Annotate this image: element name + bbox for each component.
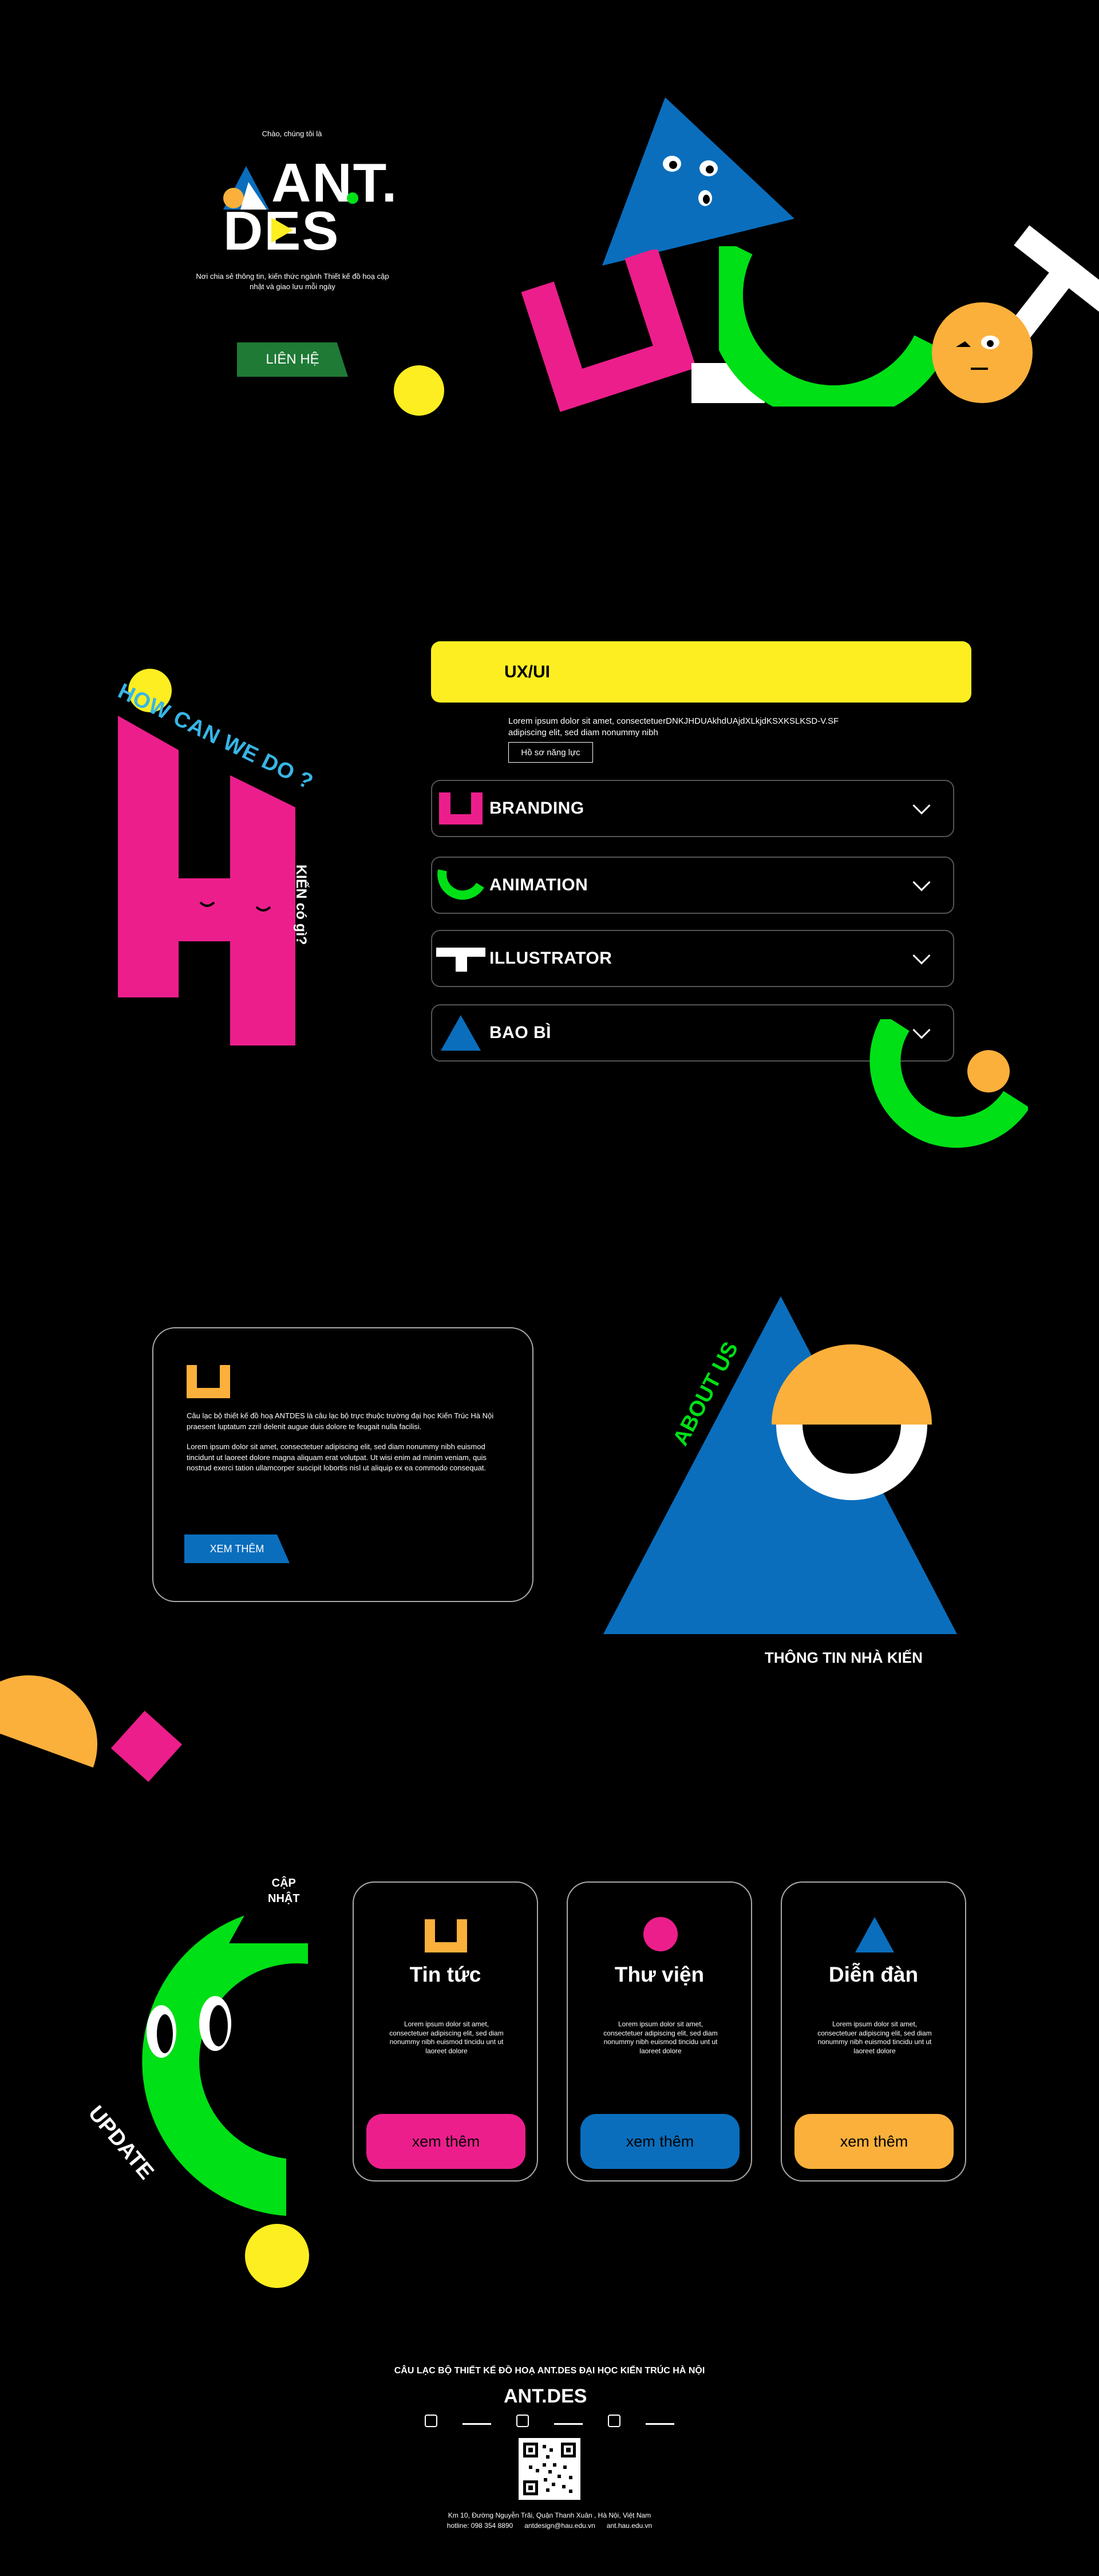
green-ring-shape [869,1019,1028,1148]
orange-face-character [932,302,1033,403]
accordion-item-branding[interactable]: BRANDING [431,780,954,837]
chevron-down-icon [912,946,931,965]
orange-bracket-icon [425,1919,467,1952]
update-caption: CẬP NHẬT [268,1877,300,1905]
blue-triangle-character [602,97,794,266]
card-text: Lorem ipsum dolor sit amet, consectetuer… [603,2020,718,2055]
contact-button[interactable]: LIÊN HỆ [237,342,348,377]
partner-crest-icon [516,2415,529,2427]
logo-green-dot [347,192,358,204]
footer-title: CÂU LẠC BỘ THIẾT KẾ ĐỒ HOẠ ANT.DES ĐẠI H… [394,2366,705,2376]
about-caption: THÔNG TIN NHÀ KIẾN [765,1649,923,1666]
card-more-button[interactable]: xem thêm [794,2114,954,2169]
services-side-question: KIẾN có gì? [293,865,309,945]
pink-bracket-icon [432,792,489,825]
blue-triangle-icon [855,1917,894,1952]
profile-button[interactable]: Hồ sơ năng lực [508,742,593,763]
pink-circle-icon [643,1917,678,1951]
about-paragraph: Câu lạc bộ thiết kế đồ hoạ ANTDES là câu… [187,1411,494,1431]
accordion-label: ANIMATION [489,875,588,894]
partner-design-icon [646,2417,674,2425]
logo-play-triangle [271,218,293,243]
about-more-button[interactable]: XEM THÊM [184,1534,290,1563]
orange-bracket-icon [187,1365,230,1398]
orange-semicircle-shape [0,1656,117,1832]
green-arc-shape [719,246,947,407]
update-card-library: Thư viện Lorem ipsum dolor sit amet, con… [567,1881,752,2181]
card-more-button[interactable]: xem thêm [366,2114,525,2169]
card-title: Diễn đàn [828,1963,919,1986]
about-paragraph: Lorem ipsum dolor sit amet, consectetuer… [187,1442,487,1473]
chevron-down-icon [912,796,931,815]
pink-bracket-character [521,250,697,412]
green-c-character [142,1884,321,2216]
white-t-icon [432,944,489,973]
partner-design-icon [554,2417,583,2425]
footer-logo: ANT.DES [504,2385,587,2407]
pink-diamond-shape [110,1710,183,1782]
card-title: Tin tức [409,1963,481,1986]
partner-crest-icon [608,2415,620,2427]
accordion-uxui-header[interactable]: UX/UI [431,641,971,703]
yellow-dot-shape [394,365,444,416]
card-more-button[interactable]: xem thêm [580,2114,740,2169]
accordion-label: BAO BÌ [489,1023,551,1042]
update-card-forum: Diễn đàn Lorem ipsum dolor sit amet, con… [781,1881,966,2181]
yellow-dot-shape [245,2224,309,2288]
footer-address: Km 10, Đường Nguyễn Trãi, Quận Thanh Xuâ… [0,2510,1099,2531]
accordion-item-animation[interactable]: ANIMATION [431,857,954,914]
hero-tagline: Nơi chia sẻ thông tin, kiến thức ngành T… [196,272,389,291]
accordion-uxui-description: Lorem ipsum dolor sit amet, consectetuer… [508,716,839,737]
accordion-label: BRANDING [489,799,584,818]
update-card-news: Tin tức Lorem ipsum dolor sit amet, cons… [353,1881,538,2181]
card-text: Lorem ipsum dolor sit amet, consectetuer… [817,2020,932,2055]
orange-dot-shape [967,1050,1010,1092]
blue-triangle-icon [432,1015,489,1051]
partner-logos [425,2413,674,2429]
footer-contacts: hotline: 098 354 8890 antdesign@hau.edu.… [446,2522,653,2530]
partner-crest-icon [425,2415,437,2427]
qr-code-icon [519,2438,580,2500]
accordion-item-illustrator[interactable]: ILLUSTRATOR [431,930,954,987]
partner-design-icon [462,2417,491,2425]
blue-triangle-eye-character [603,1296,957,1634]
hero-greeting: Chào, chúng tôi là [262,129,322,138]
green-arc-icon [432,868,489,902]
pink-h-character [118,716,295,1046]
about-text: Câu lạc bộ thiết kế đồ hoạ ANTDES là câu… [187,1411,496,1483]
card-title: Thư viện [614,1963,705,1986]
accordion-label: ILLUSTRATOR [489,949,612,968]
card-text: Lorem ipsum dolor sit amet, consectetuer… [389,2020,504,2055]
chevron-down-icon [912,873,931,891]
